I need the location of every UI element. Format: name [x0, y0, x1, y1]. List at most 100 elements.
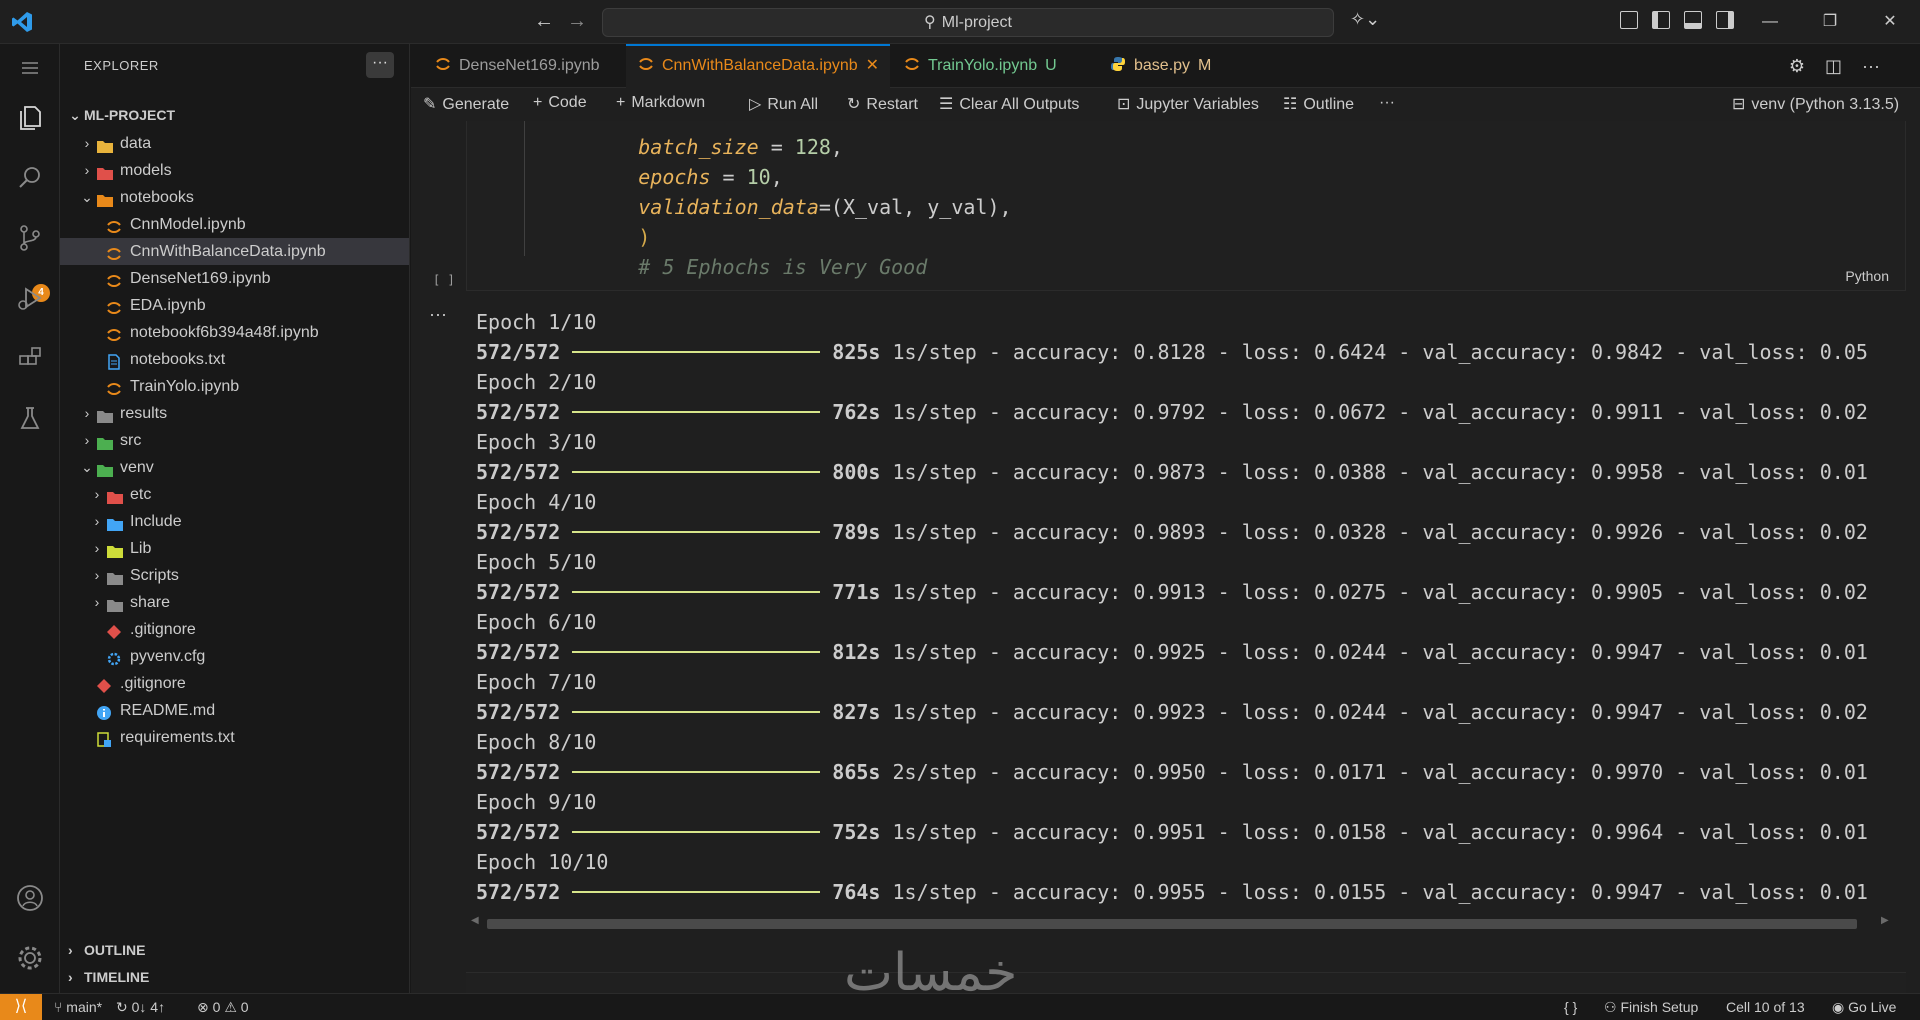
scroll-left-icon[interactable]: ◀ — [471, 915, 479, 926]
search-icon[interactable] — [14, 162, 46, 194]
tab-cnnwithbalancedata[interactable]: CnnWithBalanceData.ipynb ✕ — [626, 44, 890, 88]
minimize-icon[interactable]: — — [1740, 0, 1800, 44]
epoch-progress-line: 572/572 789s 1s/step - accuracy: 0.9893 -… — [476, 520, 1868, 544]
copilot-icon[interactable]: ✧⌄ — [1350, 9, 1380, 30]
tree-file[interactable]: requirements.txt — [60, 724, 409, 751]
add-markdown-cell-button[interactable]: + Markdown — [616, 94, 705, 112]
output-horizontal-scrollbar[interactable]: ◀ ▶ — [471, 915, 1889, 929]
sync-indicator[interactable]: ↻ 0↓ 4↑ — [116, 994, 165, 1020]
tree-folder[interactable]: › etc — [60, 481, 409, 508]
tree-file[interactable]: TrainYolo.ipynb — [60, 373, 409, 400]
tree-file[interactable]: .gitignore — [60, 670, 409, 697]
tree-file[interactable]: notebooks.txt — [60, 346, 409, 373]
more-actions-icon[interactable]: ··· — [1862, 56, 1880, 77]
tree-file[interactable]: .gitignore — [60, 616, 409, 643]
accuracy-value: 0.9925 — [1133, 640, 1206, 664]
accounts-icon[interactable] — [14, 882, 46, 914]
tree-folder[interactable]: › data — [60, 130, 409, 157]
epoch-time: 762s — [832, 400, 881, 424]
cell-position[interactable]: Cell 10 of 13 — [1726, 994, 1805, 1020]
tree-folder[interactable]: ⌄ notebooks — [60, 184, 409, 211]
tab-densenet169[interactable]: DenseNet169.ipynb — [421, 44, 626, 88]
kernel-picker[interactable]: ⊟ venv (Python 3.13.5) — [1732, 94, 1899, 114]
val-loss-value: 0.02 — [1819, 400, 1868, 424]
explorer-icon[interactable] — [14, 102, 46, 134]
problems-indicator[interactable]: ⊗ 0 ⚠ 0 — [197, 994, 249, 1020]
code-comment: # 5 Ephochs is Very Good — [638, 255, 928, 279]
jupyter-variables-button[interactable]: ⊡ Jupyter Variables — [1117, 94, 1259, 114]
accuracy-value: 0.9792 — [1133, 400, 1206, 424]
tree-file[interactable]: CnnModel.ipynb — [60, 211, 409, 238]
close-tab-icon[interactable]: ✕ — [866, 57, 879, 74]
tree-file[interactable]: pyvenv.cfg — [60, 643, 409, 670]
run-all-button[interactable]: ▷ Run All — [749, 94, 818, 114]
epoch-header: Epoch 4/10 — [476, 490, 597, 514]
tree-folder[interactable]: › models — [60, 157, 409, 184]
progress-bar — [572, 531, 821, 533]
restore-icon[interactable]: ❐ — [1800, 0, 1860, 44]
toggle-primary-sidebar-icon[interactable] — [1652, 11, 1670, 29]
toggle-secondary-sidebar-icon[interactable] — [1716, 11, 1734, 29]
run-debug-icon[interactable] — [14, 282, 46, 314]
back-arrow-icon[interactable]: ← — [532, 10, 556, 33]
tree-folder[interactable]: › Lib — [60, 535, 409, 562]
add-code-cell-button[interactable]: + Code — [533, 94, 587, 112]
testing-icon[interactable] — [14, 402, 46, 434]
tree-file[interactable]: DenseNet169.ipynb — [60, 265, 409, 292]
menu-icon[interactable] — [14, 52, 46, 84]
tree-file[interactable]: README.md — [60, 697, 409, 724]
epoch-progress-line: 572/572 812s 1s/step - accuracy: 0.9925 -… — [476, 640, 1868, 664]
extensions-icon[interactable] — [14, 342, 46, 374]
tree-file[interactable]: CnnWithBalanceData.ipynb — [60, 238, 409, 265]
manage-gear-icon[interactable] — [14, 942, 46, 974]
timeline-section[interactable]: › TIMELINE — [60, 964, 409, 991]
language-braces[interactable]: { } — [1564, 994, 1577, 1020]
explorer-more-actions-icon[interactable]: ··· — [366, 52, 394, 78]
close-window-icon[interactable]: ✕ — [1860, 0, 1920, 44]
tab-trainyolo[interactable]: TrainYolo.ipynb U — [890, 44, 1080, 88]
command-center-search[interactable]: ⚲ Ml-project — [602, 8, 1334, 37]
tree-folder[interactable]: › src — [60, 427, 409, 454]
toggle-panel-icon[interactable] — [1684, 11, 1702, 29]
customize-layout-icon[interactable] — [1620, 11, 1638, 29]
tree-folder[interactable]: › share — [60, 589, 409, 616]
split-editor-icon[interactable]: ◫ — [1825, 56, 1842, 77]
restart-button[interactable]: ↻ Restart — [847, 94, 918, 114]
tree-file[interactable]: EDA.ipynb — [60, 292, 409, 319]
branch-indicator[interactable]: ⑂ main* — [54, 994, 102, 1020]
generate-button[interactable]: ✎ Generate — [423, 94, 509, 114]
tree-folder[interactable]: › results — [60, 400, 409, 427]
scrollbar-thumb[interactable] — [487, 919, 1857, 929]
tree-folder[interactable]: › Include — [60, 508, 409, 535]
loss-value: 0.0171 — [1313, 760, 1387, 784]
tree-file[interactable]: notebookf6b394a48f.ipynb — [60, 319, 409, 346]
go-live-button[interactable]: ◉ Go Live — [1832, 994, 1896, 1020]
tree-folder[interactable]: ⌄ venv — [60, 454, 409, 481]
output-more-actions-icon[interactable]: ··· — [429, 304, 447, 325]
scroll-right-icon[interactable]: ▶ — [1881, 915, 1889, 926]
remote-indicator-icon[interactable]: ⟩⟨ — [0, 994, 42, 1020]
execution-count[interactable]: [ ] — [433, 273, 455, 287]
finish-setup-button[interactable]: ⚇ Finish Setup — [1604, 994, 1698, 1020]
clear-all-outputs-button[interactable]: ☰ Clear All Outputs — [939, 94, 1079, 114]
toolbar-more-button[interactable]: ··· — [1379, 94, 1395, 112]
variables-label: Jupyter Variables — [1136, 96, 1259, 113]
next-code-cell[interactable] — [466, 972, 1906, 993]
outline-button[interactable]: ☷ Outline — [1283, 94, 1354, 114]
step-time: 1s/step — [892, 880, 977, 904]
code-cell[interactable]: batch_size = 128, epochs = 10, validatio… — [466, 121, 1906, 291]
outline-section[interactable]: › OUTLINE — [60, 937, 409, 964]
chevron-down-icon: ⌄ — [69, 107, 81, 123]
explorer-root-folder[interactable]: ⌄ ML-PROJECT — [60, 102, 409, 129]
tree-item-label: share — [130, 594, 171, 611]
tree-item-label: Include — [130, 513, 182, 530]
setup-icon: ⚇ — [1604, 999, 1621, 1015]
tab-base-py[interactable]: base.py M — [1080, 44, 1225, 88]
val-loss-value: 0.01 — [1819, 760, 1868, 784]
cell-language-label[interactable]: Python — [1845, 268, 1889, 284]
settings-gear-icon[interactable]: ⚙ — [1789, 56, 1805, 77]
tree-folder[interactable]: › Scripts — [60, 562, 409, 589]
untracked-marker: U — [1045, 57, 1057, 74]
source-control-icon[interactable] — [14, 222, 46, 254]
forward-arrow-icon[interactable]: → — [565, 10, 589, 33]
